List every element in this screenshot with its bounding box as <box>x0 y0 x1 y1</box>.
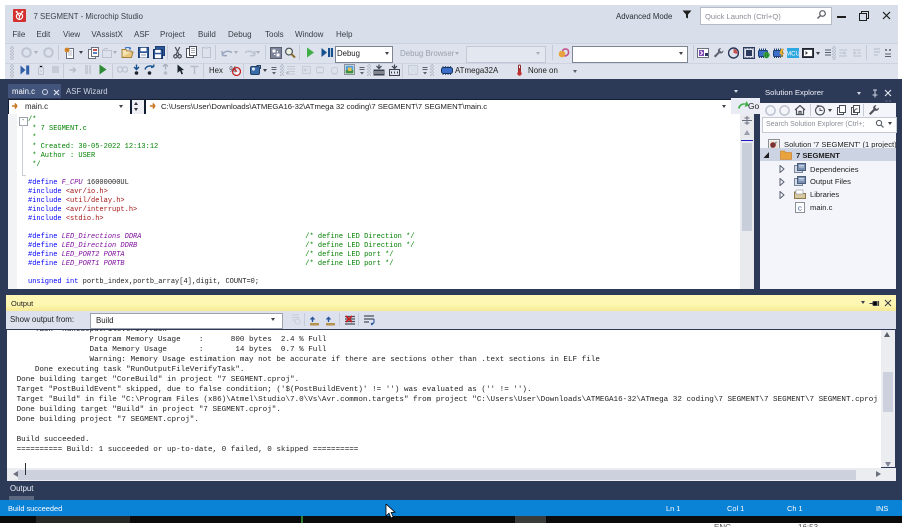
svg-text:MCU: MCU <box>787 52 799 58</box>
svg-text:c: c <box>798 205 803 213</box>
